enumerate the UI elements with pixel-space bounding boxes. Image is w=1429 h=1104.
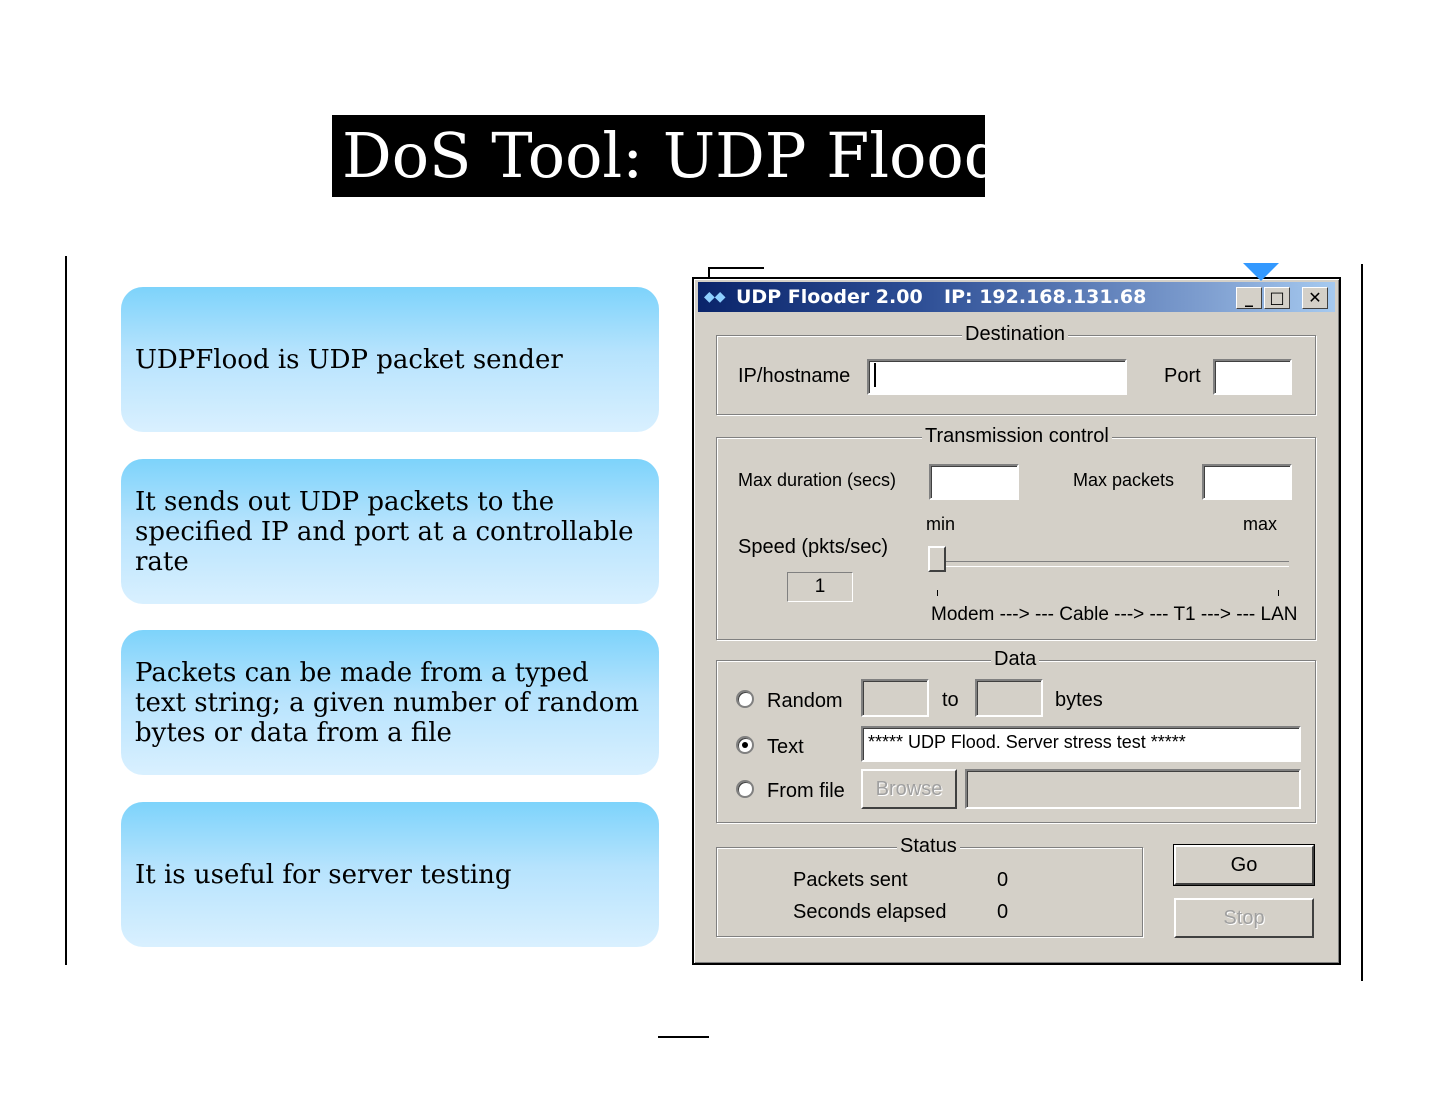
max-duration-label: Max duration (secs) bbox=[738, 470, 897, 490]
max-duration-input[interactable] bbox=[929, 464, 1019, 500]
maximize-button[interactable]: □ bbox=[1264, 287, 1290, 309]
left-frame-line bbox=[65, 256, 67, 965]
seconds-elapsed-label: Seconds elapsed bbox=[793, 901, 947, 923]
close-button[interactable]: ✕ bbox=[1302, 287, 1328, 309]
data-legend: Data bbox=[991, 647, 1040, 671]
from-file-radio[interactable] bbox=[736, 780, 754, 798]
bytes-label: bytes bbox=[1055, 689, 1103, 711]
speed-slider-track[interactable] bbox=[938, 561, 1289, 567]
window-ip: IP: 192.168.131.68 bbox=[944, 286, 1147, 308]
packets-sent-label: Packets sent bbox=[793, 869, 908, 891]
slider-scale-label: Modem ---> --- Cable ---> --- T1 ---> --… bbox=[931, 604, 1298, 625]
bullet-sends-packets: It sends out UDP packets to the specifie… bbox=[121, 459, 659, 604]
window-title: UDP Flooder 2.00 bbox=[736, 286, 923, 308]
file-path-input[interactable] bbox=[965, 769, 1301, 809]
port-label: Port bbox=[1164, 365, 1201, 387]
text-label: Text bbox=[767, 736, 804, 758]
speed-label: Speed (pkts/sec) bbox=[738, 536, 889, 558]
bullet-packet-sources: Packets can be made from a typed text st… bbox=[121, 630, 659, 775]
seconds-elapsed-value: 0 bbox=[997, 901, 1009, 923]
stop-button[interactable]: Stop bbox=[1174, 898, 1314, 938]
from-file-label: From file bbox=[767, 780, 845, 802]
ip-hostname-label: IP/hostname bbox=[738, 365, 851, 387]
browse-button[interactable]: Browse bbox=[861, 769, 957, 809]
packets-sent-value: 0 bbox=[997, 869, 1009, 891]
slide-title: DoS Tool: UDP Flood bbox=[332, 115, 1003, 197]
udp-flooder-app-icon: ◆◆ bbox=[704, 289, 726, 305]
slider-tick-end bbox=[1278, 590, 1279, 596]
random-from-input[interactable] bbox=[861, 679, 929, 717]
speed-readout: 1 bbox=[787, 572, 853, 602]
random-radio[interactable] bbox=[736, 690, 754, 708]
window-titlebar[interactable]: ◆◆ UDP Flooder 2.00 IP: 192.168.131.68 _… bbox=[698, 282, 1335, 312]
slider-min-label: min bbox=[926, 514, 956, 534]
max-packets-input[interactable] bbox=[1202, 464, 1292, 500]
random-label: Random bbox=[767, 690, 843, 712]
right-frame-line bbox=[1361, 264, 1363, 981]
go-button[interactable]: Go bbox=[1173, 844, 1315, 886]
bottom-divider bbox=[658, 1036, 709, 1038]
status-legend: Status bbox=[897, 834, 960, 858]
port-input[interactable] bbox=[1213, 359, 1292, 395]
bullet-server-testing: It is useful for server testing bbox=[121, 802, 659, 947]
slider-tick-start bbox=[937, 590, 938, 596]
bullet-udp-sender: UDPFlood is UDP packet sender bbox=[121, 287, 659, 432]
minimize-button[interactable]: _ bbox=[1236, 287, 1262, 309]
to-label: to bbox=[942, 689, 959, 711]
speed-slider-thumb[interactable] bbox=[928, 546, 946, 572]
text-input[interactable]: ***** UDP Flood. Server stress test ****… bbox=[861, 726, 1301, 762]
text-radio[interactable] bbox=[736, 736, 754, 754]
transmission-control-legend: Transmission control bbox=[922, 424, 1112, 448]
max-packets-label: Max packets bbox=[1073, 470, 1175, 490]
pointer-triangle-icon bbox=[1243, 263, 1279, 281]
destination-legend: Destination bbox=[962, 322, 1069, 346]
ip-hostname-input[interactable] bbox=[867, 359, 1127, 395]
slider-max-label: max bbox=[1243, 514, 1278, 534]
window-frame-fragment bbox=[708, 267, 764, 269]
text-cursor bbox=[874, 362, 876, 387]
random-to-input[interactable] bbox=[975, 679, 1043, 717]
